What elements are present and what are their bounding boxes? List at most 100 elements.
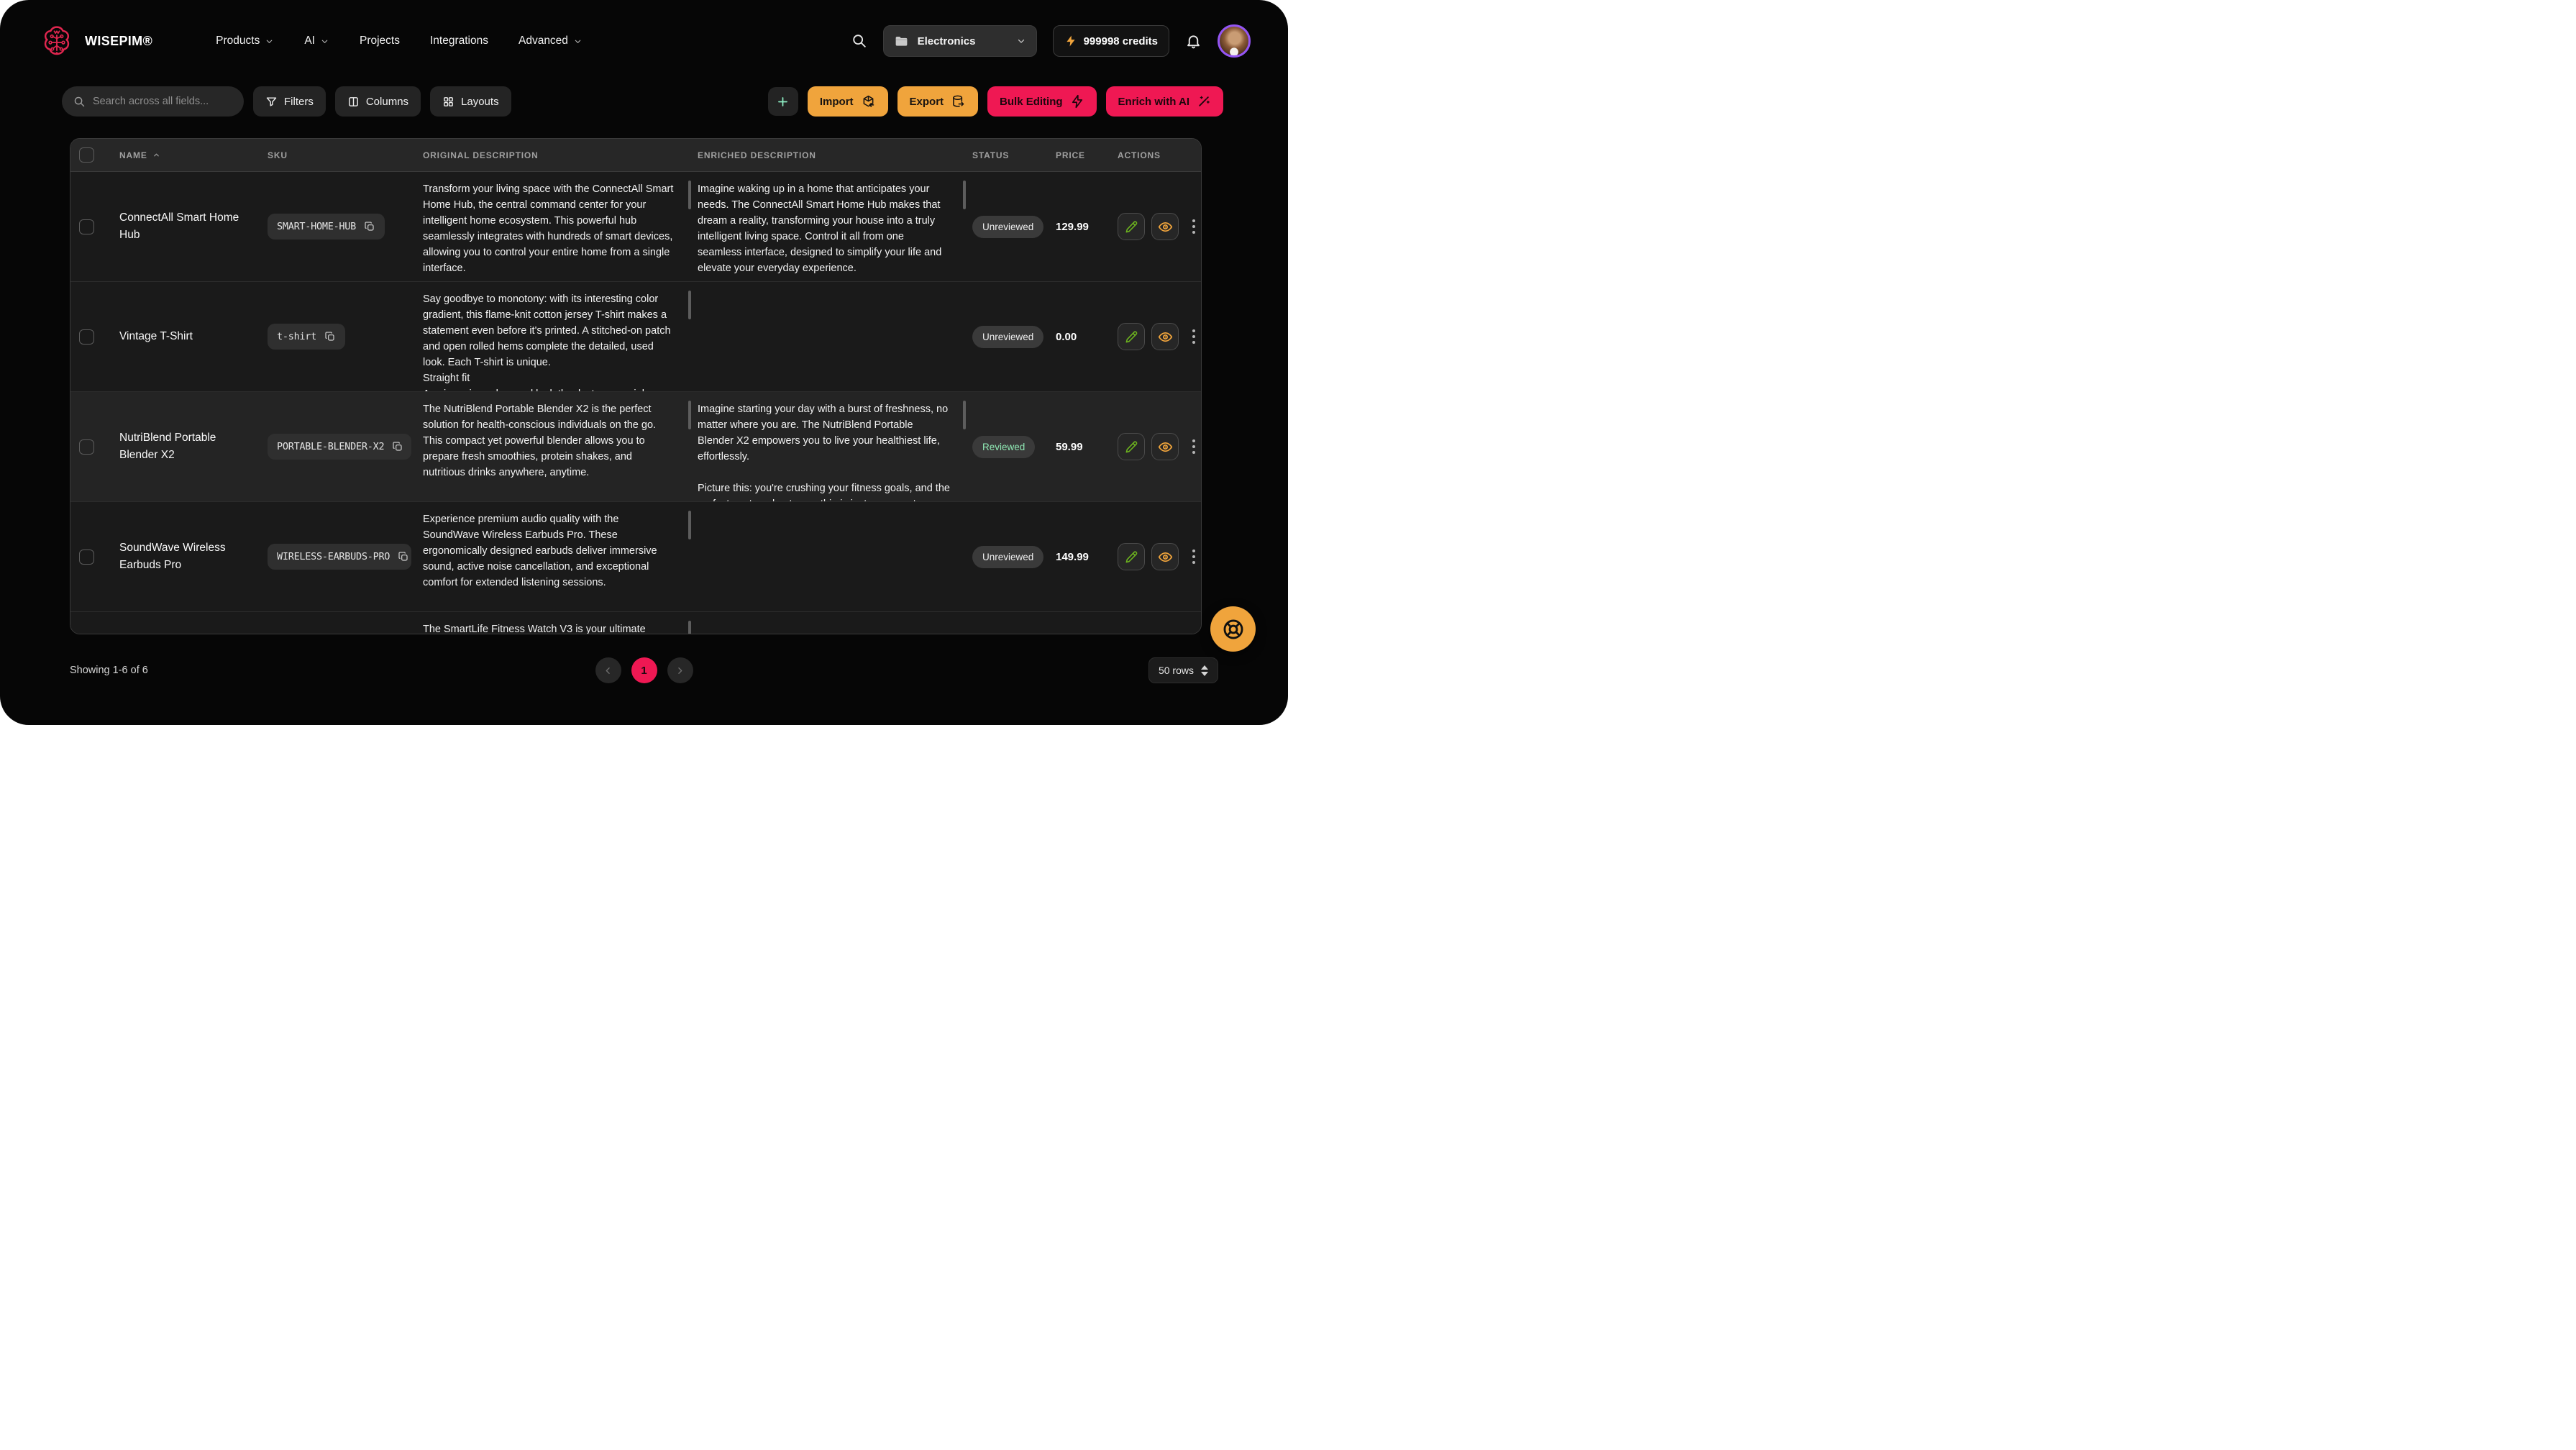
layouts-button[interactable]: Layouts	[430, 86, 511, 117]
brain-logo-icon	[40, 24, 73, 58]
original-description: The SmartLife Fitness Watch V3 is your u…	[423, 621, 646, 634]
row-menu-button[interactable]	[1187, 435, 1201, 458]
cell-scrollbar[interactable]	[688, 291, 691, 319]
add-product-button[interactable]	[768, 87, 798, 116]
header-enriched-description[interactable]: ENRICHED DESCRIPTION	[698, 150, 972, 160]
search-input[interactable]	[93, 96, 232, 107]
nav-products[interactable]: Products	[216, 35, 274, 47]
original-description-cell[interactable]: Say goodbye to monotony: with its intere…	[423, 282, 698, 391]
edit-button[interactable]	[1118, 213, 1145, 240]
columns-button[interactable]: Columns	[335, 86, 421, 117]
global-search-button[interactable]	[851, 33, 867, 49]
row-menu-button[interactable]	[1187, 325, 1201, 348]
original-description-cell[interactable]: Transform your living space with the Con…	[423, 172, 698, 281]
view-button[interactable]	[1151, 213, 1179, 240]
enriched-description-cell[interactable]	[698, 282, 972, 391]
view-button[interactable]	[1151, 543, 1179, 570]
brand[interactable]: WISEPIM®	[40, 24, 152, 58]
enriched-description-cell[interactable]	[698, 502, 972, 611]
notifications-button[interactable]	[1185, 33, 1202, 50]
sku-value: PORTABLE-BLENDER-X2	[277, 441, 384, 452]
nav-ai-label: AI	[304, 35, 315, 47]
header-name[interactable]: NAME	[119, 150, 268, 160]
enriched-description-cell[interactable]	[698, 612, 972, 634]
header-price[interactable]: PRICE	[1056, 150, 1118, 160]
export-button[interactable]: Export	[898, 86, 979, 117]
nav-ai[interactable]: AI	[304, 35, 329, 47]
edit-button[interactable]	[1118, 323, 1145, 350]
cell-scrollbar[interactable]	[688, 511, 691, 539]
original-description: Transform your living space with the Con…	[423, 181, 676, 276]
rows-per-page-select[interactable]: 50 rows	[1148, 657, 1218, 683]
enriched-description-cell[interactable]: Imagine waking up in a home that anticip…	[698, 172, 972, 281]
credits-badge[interactable]: 999998 credits	[1053, 25, 1169, 57]
row-checkbox[interactable]	[79, 439, 94, 455]
row-checkbox[interactable]	[79, 219, 94, 234]
grid-icon	[442, 96, 455, 108]
copy-icon[interactable]	[398, 551, 409, 562]
help-button[interactable]	[1210, 606, 1256, 652]
row-menu-button[interactable]	[1187, 545, 1201, 568]
product-name: Vintage T-Shirt	[119, 328, 207, 345]
enriched-description-cell[interactable]: Imagine starting your day with a burst o…	[698, 392, 972, 501]
copy-icon[interactable]	[324, 331, 336, 342]
previous-page-button[interactable]	[595, 657, 621, 683]
lifebuoy-icon	[1221, 617, 1246, 642]
workspace-label: Electronics	[918, 35, 976, 47]
select-all-checkbox[interactable]	[79, 147, 94, 163]
row-checkbox[interactable]	[79, 550, 94, 565]
copy-icon[interactable]	[392, 441, 403, 452]
page-1-button[interactable]: 1	[631, 657, 657, 683]
avatar[interactable]	[1218, 24, 1251, 58]
original-description-cell[interactable]: Experience premium audio quality with th…	[423, 502, 698, 611]
cell-scrollbar[interactable]	[963, 181, 966, 209]
cell-scrollbar[interactable]	[688, 401, 691, 429]
filters-button[interactable]: Filters	[253, 86, 326, 117]
header-status[interactable]: STATUS	[972, 150, 1056, 160]
row-checkbox[interactable]	[79, 329, 94, 345]
enrich-with-ai-button[interactable]: Enrich with AI	[1106, 86, 1223, 117]
view-button[interactable]	[1151, 433, 1179, 460]
cell-scrollbar[interactable]	[688, 181, 691, 209]
view-button[interactable]	[1151, 323, 1179, 350]
copy-icon[interactable]	[364, 221, 375, 232]
sku-chip[interactable]: SMART-HOME-HUB	[268, 214, 385, 240]
folder-icon	[894, 34, 909, 49]
sku-chip[interactable]: t-shirt	[268, 324, 345, 350]
import-button[interactable]: Import	[808, 86, 888, 117]
header-actions-label: ACTIONS	[1118, 150, 1161, 160]
chevron-down-icon	[573, 37, 583, 46]
next-page-button[interactable]	[667, 657, 693, 683]
sku-value: t-shirt	[277, 331, 316, 342]
header-sku[interactable]: SKU	[268, 150, 423, 160]
row-menu-button[interactable]	[1187, 215, 1201, 238]
select-arrows-icon	[1201, 665, 1208, 676]
nav-advanced[interactable]: Advanced	[519, 35, 583, 47]
original-description-cell[interactable]: The SmartLife Fitness Watch V3 is your u…	[423, 612, 698, 634]
table-header-row: NAME SKU ORIGINAL DESCRIPTION ENRICHED D…	[70, 139, 1201, 172]
eye-icon	[1158, 219, 1173, 234]
chevron-down-icon	[320, 37, 329, 46]
original-description: The NutriBlend Portable Blender X2 is th…	[423, 401, 676, 480]
layouts-label: Layouts	[461, 96, 499, 108]
sort-ascending-icon	[152, 150, 161, 160]
header-actions: ACTIONS	[1118, 150, 1201, 160]
original-description-cell[interactable]: The NutriBlend Portable Blender X2 is th…	[423, 392, 698, 501]
bulk-editing-button[interactable]: Bulk Editing	[987, 86, 1097, 117]
sku-chip[interactable]: WIRELESS-EARBUDS-PRO	[268, 544, 411, 570]
cell-scrollbar[interactable]	[963, 401, 966, 429]
search-box[interactable]	[62, 86, 244, 117]
edit-button[interactable]	[1118, 433, 1145, 460]
sku-chip[interactable]: PORTABLE-BLENDER-X2	[268, 434, 411, 460]
nav-projects[interactable]: Projects	[360, 35, 400, 47]
header-original-description[interactable]: ORIGINAL DESCRIPTION	[423, 150, 698, 160]
workspace-select[interactable]: Electronics	[883, 25, 1037, 57]
sku-value: WIRELESS-EARBUDS-PRO	[277, 551, 390, 562]
cell-scrollbar[interactable]	[688, 621, 691, 634]
navbar-right: Electronics 999998 credits	[851, 24, 1251, 58]
magic-wand-icon	[1197, 94, 1211, 109]
table-row: SoundWave Wireless Earbuds Pro WIRELESS-…	[70, 502, 1201, 612]
edit-button[interactable]	[1118, 543, 1145, 570]
nav-integrations[interactable]: Integrations	[430, 35, 488, 47]
table-row: Vintage T-Shirt t-shirt Say goodbye to m…	[70, 282, 1201, 392]
